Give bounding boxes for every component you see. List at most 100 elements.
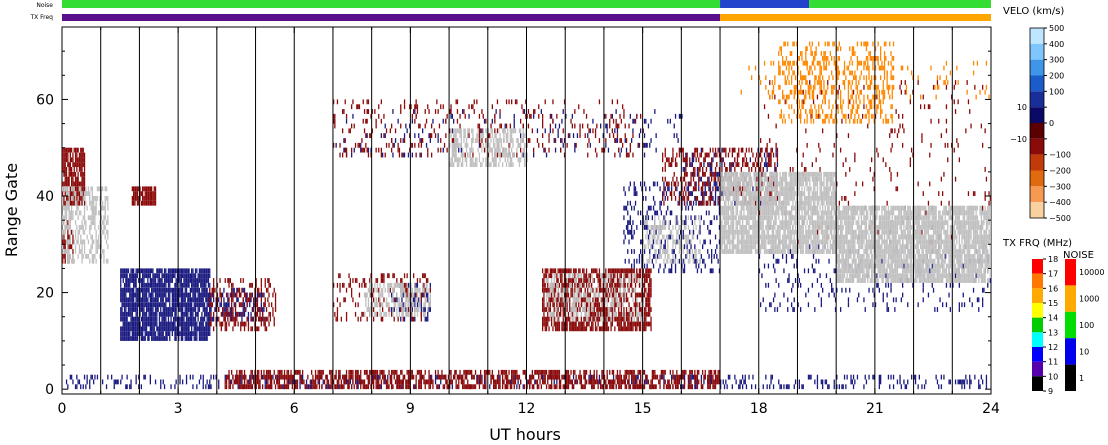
data-cell [149,268,151,274]
data-cell [403,104,406,110]
data-cell [917,384,919,390]
data-cell [148,273,150,279]
data-cell [352,369,354,375]
data-cell [179,282,181,288]
data-cell [360,379,362,385]
data-cell [627,220,629,226]
data-cell [560,379,562,385]
data-cell [766,384,768,390]
data-cell [689,239,691,245]
data-cell [649,307,651,312]
data-cell [627,200,629,206]
data-cell [614,326,616,332]
data-cell [511,369,513,375]
data-cell [71,157,73,163]
data-cell [173,326,175,332]
data-cell [135,191,137,197]
data-cell [970,379,972,385]
data-cell [295,384,297,390]
data-cell [120,278,122,283]
data-cell [829,278,831,283]
data-cell [129,282,131,288]
data-cell [540,374,542,380]
data-cell [149,292,151,298]
data-cell [189,278,191,283]
data-cell [464,113,466,119]
noise-bar-label: Noise [36,2,53,9]
data-cell [161,316,163,322]
data-cell [574,273,576,279]
data-cell [243,326,246,332]
data-cell [628,229,630,235]
data-cell [342,374,344,380]
data-cell [345,316,348,322]
data-cell [194,282,197,288]
data-cell [614,268,616,274]
data-cell [703,379,705,385]
data-cell [147,200,149,206]
data-cell [713,384,715,390]
data-cell [258,369,260,375]
data-cell [542,297,544,303]
data-cell [160,278,162,283]
data-cell [274,384,277,390]
data-cell [833,292,835,298]
data-cell [502,384,504,390]
data-cell [636,258,638,264]
data-cell [193,278,195,283]
data-cell [188,307,190,312]
data-cell [375,278,377,283]
data-cell [193,336,195,341]
data-cell [414,109,416,114]
data-cell [957,379,959,385]
data-cell [227,374,229,380]
data-cell [800,282,802,288]
data-cell [127,268,130,274]
data-cell [76,384,78,390]
data-cell [629,307,631,312]
data-cell [587,123,589,129]
data-cell [606,292,608,298]
data-cell [133,268,135,274]
data-cell [985,374,988,380]
data-cell [78,181,81,187]
data-cell [478,128,481,134]
data-cell [627,282,629,288]
data-cell [68,162,70,168]
data-cell [460,379,462,385]
data-cell [154,336,157,341]
data-cell [166,273,168,279]
data-cell [135,186,137,192]
data-cell [585,369,588,375]
data-cell [534,109,536,114]
data-cell [775,278,777,283]
data-cell [831,282,833,288]
data-cell [69,374,71,380]
data-cell [209,331,211,337]
data-cell [273,369,275,375]
data-cell [647,282,650,288]
data-cell [158,316,161,322]
data-cell [125,278,127,283]
data-cell [785,258,788,264]
data-cell [622,326,624,332]
data-cell [259,292,261,298]
data-cell [627,249,629,254]
data-cell [607,379,610,385]
data-cell [121,336,123,341]
data-cell [437,109,439,114]
data-cell [423,374,425,380]
data-cell [846,374,848,380]
data-cell [147,268,149,274]
data-cell [807,287,810,293]
data-cell [339,282,341,288]
data-cell [431,379,433,385]
data-cell [583,273,585,279]
data-cell [401,297,403,303]
data-cell [142,200,144,206]
data-cell [722,379,724,385]
data-cell [892,297,895,303]
data-cell [650,307,652,312]
data-cell [592,118,594,124]
data-cell [548,369,550,375]
